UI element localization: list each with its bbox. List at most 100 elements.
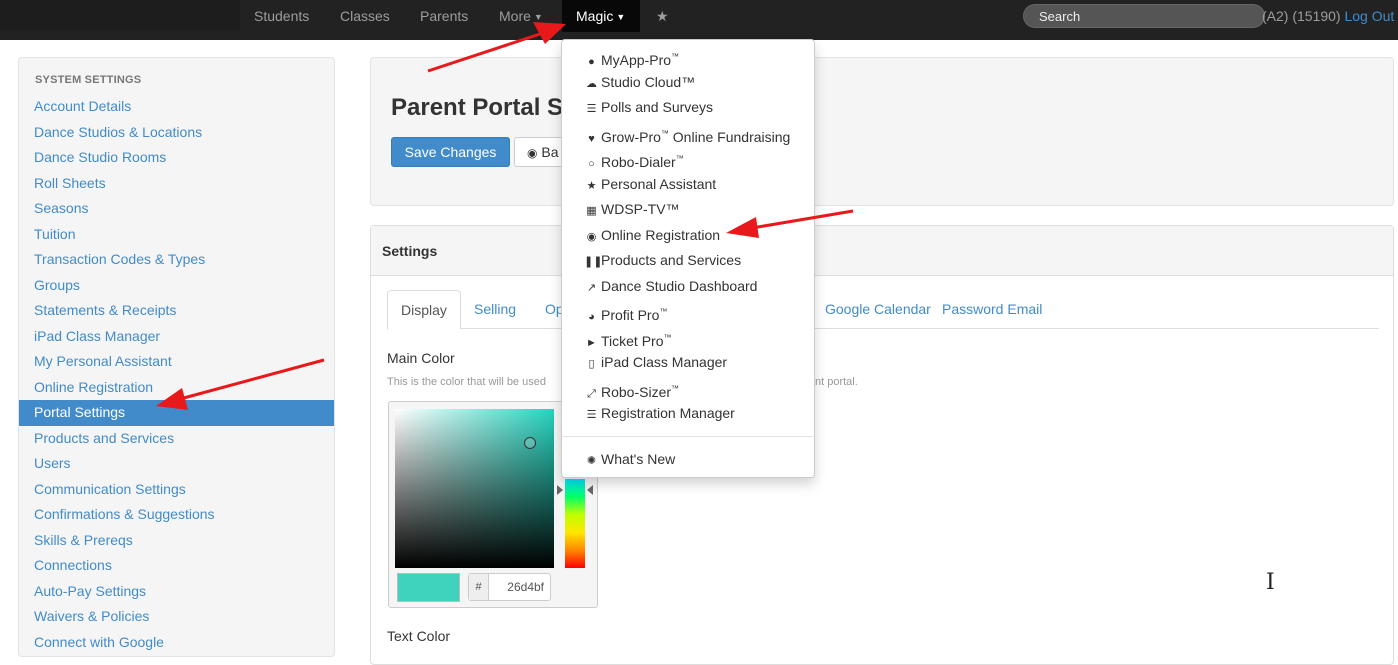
menu-label: Grow-Pro [601, 128, 661, 145]
menu-item-wdsp-tv[interactable]: ▦ WDSP-TV™ [562, 197, 814, 222]
barcode-icon: ❚❚ [584, 256, 603, 268]
menu-item-online-registration[interactable]: ◉ Online Registration [562, 223, 814, 248]
sidebar-item-groups[interactable]: Groups [19, 273, 334, 299]
sidebar-item-waivers-policies[interactable]: Waivers & Policies [19, 604, 334, 630]
sidebar-list: Account Details Dance Studios & Locations… [19, 94, 334, 655]
menu-item-profit-pro[interactable]: ◕ Profit Pro™ [562, 299, 814, 324]
sidebar-item-my-personal-assistant[interactable]: My Personal Assistant [19, 349, 334, 375]
menu-item-registration-manager[interactable]: ☰ Registration Manager [562, 401, 814, 426]
saturation-handle[interactable] [524, 437, 536, 449]
menu-label: Profit Pro [601, 307, 660, 323]
hue-slider[interactable] [565, 479, 585, 568]
trademark: ™ [660, 128, 669, 138]
menu-item-grow-pro[interactable]: ♥ Grow-Pro™ Online Fundraising [562, 121, 814, 146]
back-button-label: Ba [541, 144, 559, 160]
caret-down-icon: ▼ [616, 12, 626, 22]
top-navbar: Students Classes Parents More ▼ Magic ▼ ★ … [0, 0, 1398, 40]
menu-label: Ticket Pro [601, 332, 664, 349]
menu-label: Online Registration [601, 226, 721, 243]
menu-item-studio-cloud[interactable]: ☁ Studio Cloud™ [562, 70, 814, 95]
menu-label: Dance Studio Dashboard [601, 277, 758, 294]
nav-more[interactable]: More ▼ [499, 0, 543, 32]
favorites-star-icon[interactable]: ★ [656, 0, 669, 32]
menu-label: WDSP-TV™ [601, 201, 680, 217]
magic-dropdown-menu: ● MyApp-Pro™ ☁ Studio Cloud™ ☰ Polls and Su… [561, 39, 815, 478]
nav-parents[interactable]: Parents [420, 0, 468, 32]
menu-item-personal-assistant[interactable]: ★ Personal Assistant [562, 172, 814, 197]
sidebar-item-ipad-class-manager[interactable]: iPad Class Manager [19, 324, 334, 350]
sidebar-item-transaction-codes-types[interactable]: Transaction Codes & Types [19, 247, 334, 273]
trademark: ™ [659, 307, 668, 316]
menu-divider [562, 436, 814, 437]
settings-sidebar: SYSTEM SETTINGS Account Details Dance Stu… [18, 57, 335, 657]
sidebar-item-products-and-services[interactable]: Products and Services [19, 426, 334, 452]
sidebar-header: SYSTEM SETTINGS [35, 74, 142, 86]
sidebar-item-seasons[interactable]: Seasons [19, 196, 334, 222]
menu-item-whats-new[interactable]: ✺ What's New [562, 447, 814, 472]
tab-selling[interactable]: Selling [461, 290, 529, 329]
sidebar-item-portal-settings[interactable]: Portal Settings [19, 400, 334, 426]
menu-label: MyApp-Pro [601, 52, 672, 68]
sidebar-item-users[interactable]: Users [19, 451, 334, 477]
main-color-help: This is the color that will be used [387, 376, 546, 388]
sidebar-item-statements-receipts[interactable]: Statements & Receipts [19, 298, 334, 324]
sidebar-item-dance-studios-locations[interactable]: Dance Studios & Locations [19, 120, 334, 146]
menu-item-dashboard[interactable]: ↗ Dance Studio Dashboard [562, 274, 814, 299]
menu-item-ticket-pro[interactable]: ► Ticket Pro™ [562, 325, 814, 350]
menu-label: Robo-Sizer [601, 383, 672, 400]
tab-password-email[interactable]: Password Email [929, 290, 1055, 329]
sidebar-item-dance-studio-rooms[interactable]: Dance Studio Rooms [19, 145, 334, 171]
sidebar-item-auto-pay-settings[interactable]: Auto-Pay Settings [19, 579, 334, 605]
menu-label: iPad Class Manager [601, 354, 728, 370]
hex-input[interactable]: # 26d4bf [468, 573, 551, 601]
list-icon: ☰ [586, 103, 597, 115]
menu-label: Polls and Surveys [601, 99, 714, 115]
hue-pointer-right-icon [587, 485, 593, 495]
tasks-icon: ☰ [586, 409, 597, 421]
menu-label: Products and Services [601, 252, 742, 268]
globe-icon: ◉ [527, 146, 538, 160]
logout-link[interactable]: Log Out [1344, 8, 1394, 24]
sidebar-item-connections[interactable]: Connections [19, 553, 334, 579]
menu-item-polls[interactable]: ☰ Polls and Surveys [562, 95, 814, 120]
line-chart-icon: ↗ [586, 281, 597, 294]
nav-magic-label: Magic [576, 8, 614, 24]
color-swatch [397, 573, 460, 602]
trademark: ™ [675, 154, 684, 163]
user-info: (A2) (15190) Log Out [1262, 0, 1394, 32]
nav-classes[interactable]: Classes [340, 0, 390, 32]
sidebar-item-connect-with-google[interactable]: Connect with Google [19, 630, 334, 656]
sidebar-item-skills-prereqs[interactable]: Skills & Prereqs [19, 528, 334, 554]
star-icon: ★ [586, 179, 597, 192]
menu-item-robo-dialer[interactable]: ○ Robo-Dialer™ [562, 146, 814, 171]
saturation-area[interactable] [395, 409, 554, 568]
sidebar-item-confirmations-suggestions[interactable]: Confirmations & Suggestions [19, 502, 334, 528]
save-changes-button[interactable]: Save Changes [391, 137, 510, 167]
caret-down-icon: ▼ [533, 12, 543, 22]
menu-item-products-services[interactable]: ❚❚Products and Services [562, 248, 814, 273]
nav-magic[interactable]: Magic ▼ [562, 0, 640, 32]
tab-display[interactable]: Display [387, 290, 461, 330]
trademark: ™ [671, 383, 680, 393]
tablet-icon: ▯ [588, 358, 595, 370]
main-color-help-tail: nt portal. [815, 376, 858, 388]
text-color-label: Text Color [387, 628, 451, 644]
menu-item-robo-sizer[interactable]: ⤢ Robo-Sizer™ [562, 376, 814, 401]
sidebar-item-tuition[interactable]: Tuition [19, 222, 334, 248]
certificate-icon: ✺ [586, 455, 597, 467]
sidebar-item-communication-settings[interactable]: Communication Settings [19, 477, 334, 503]
menu-label: Robo-Dialer [601, 154, 676, 170]
menu-item-ipad-class-manager[interactable]: ▯ iPad Class Manager [562, 350, 814, 375]
text-cursor-icon: I [1266, 570, 1275, 595]
hex-value[interactable]: 26d4bf [507, 574, 544, 600]
nav-students[interactable]: Students [254, 0, 309, 32]
search-input[interactable]: Search [1023, 4, 1265, 28]
sidebar-item-online-registration[interactable]: Online Registration [19, 375, 334, 401]
menu-label-suffix: Online Fundraising [668, 128, 791, 145]
settings-tabs: Display Selling Op Google Calendar Passw… [387, 290, 1379, 330]
tab-google-calendar[interactable]: Google Calendar [812, 290, 944, 329]
brand-logo[interactable] [0, 0, 240, 30]
sidebar-item-roll-sheets[interactable]: Roll Sheets [19, 171, 334, 197]
sidebar-item-account-details[interactable]: Account Details [19, 94, 334, 120]
menu-item-myapp-pro[interactable]: ● MyApp-Pro™ [562, 44, 814, 69]
